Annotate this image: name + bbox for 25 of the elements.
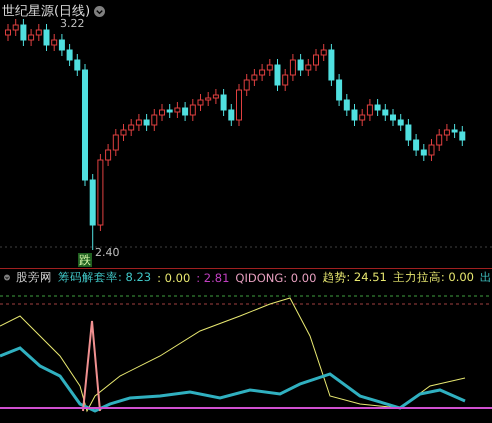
candlestick bbox=[120, 124, 126, 142]
candlestick bbox=[159, 104, 165, 122]
candlestick bbox=[5, 24, 11, 42]
low-price-label: 2.40 bbox=[95, 246, 120, 259]
candlestick bbox=[313, 48, 319, 72]
candlestick bbox=[352, 104, 358, 126]
indicator-value: 出 bbox=[480, 270, 492, 285]
indicator-value: 趋势: 24.51 bbox=[322, 270, 387, 285]
indicator-value: 筹码解套率: 8.23 bbox=[58, 270, 152, 285]
candlestick bbox=[44, 24, 50, 52]
candlestick bbox=[274, 58, 280, 92]
high-price-label: 3.22 bbox=[60, 17, 84, 30]
candlestick bbox=[198, 94, 204, 112]
candlestick bbox=[428, 138, 434, 162]
candlestick bbox=[390, 108, 396, 126]
indicator-value: : 0.00 bbox=[157, 270, 190, 284]
signal-marker: 跌 bbox=[78, 253, 92, 267]
dropdown-icon[interactable] bbox=[4, 272, 10, 283]
dropdown-icon[interactable] bbox=[94, 6, 106, 16]
indicator-value: 主力拉高: 0.00 bbox=[392, 270, 474, 285]
indicator-name: 股旁网 bbox=[16, 270, 52, 285]
indicator-value: : 2.81 bbox=[196, 270, 230, 284]
candlestick bbox=[236, 84, 242, 126]
chart-title: 世纪星源(日线) bbox=[2, 3, 90, 19]
indicator-value: QIDONG: 0.00 bbox=[235, 270, 316, 284]
